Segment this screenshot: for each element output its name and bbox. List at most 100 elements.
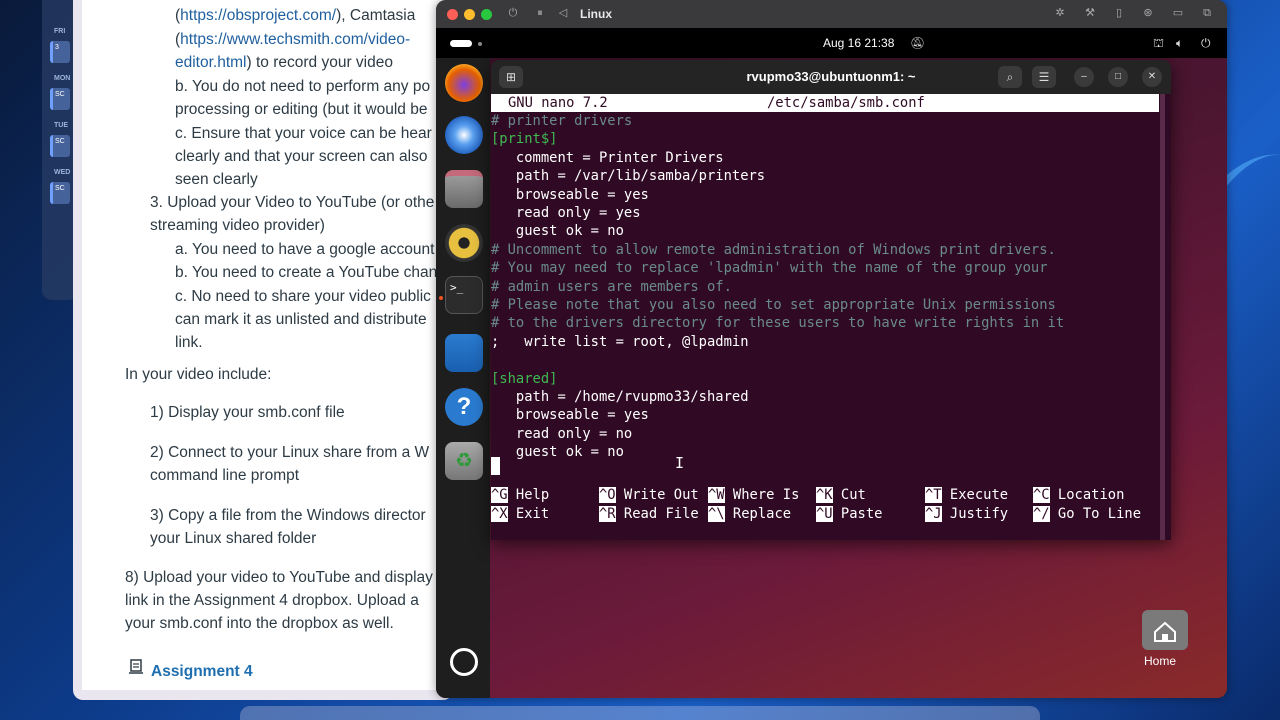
doc-line: c. Ensure that your voice can be hear — [175, 125, 432, 142]
doc-line: processing or editing (but it would be — [175, 101, 428, 118]
zoom-window-button[interactable] — [481, 9, 492, 20]
doc-line: 1) Display your smb.conf file — [150, 404, 345, 421]
doc-line: your smb.conf into the dropbox as well. — [125, 615, 394, 632]
firefox-icon[interactable] — [445, 64, 483, 102]
shortcut-key: ^G — [491, 487, 508, 503]
show-apps-icon[interactable] — [450, 648, 478, 676]
vm-titlebar[interactable]: ⏻ ⏸ ◁ Linux ✲ ⚒ ▯ ⊛ ▭ ⧉ — [436, 0, 1227, 28]
home-folder-icon[interactable] — [1142, 610, 1188, 650]
scrollbar[interactable] — [1160, 94, 1165, 540]
maximize-icon[interactable]: □ — [1108, 67, 1128, 87]
doc-line: 3) Copy a file from the Windows director — [150, 507, 426, 524]
nano-shortcut[interactable]: ^T Execute — [925, 487, 1008, 503]
terminal-title: rvupmo33@ubuntuonm1: ~ — [746, 69, 916, 84]
techsmith-link[interactable]: https://www.techsmith.com/video- — [180, 31, 410, 48]
nano-shortcut[interactable]: ^J Justify — [925, 505, 1009, 522]
calendar-event[interactable]: SC — [50, 182, 70, 204]
rhythmbox-icon[interactable] — [445, 224, 483, 262]
shortcut-key: ^\ — [708, 505, 725, 522]
doc-line: editor.html) to record your video — [175, 54, 393, 71]
config-line: read only = no — [491, 425, 633, 442]
pause-icon[interactable]: ⏸ — [533, 6, 547, 20]
folder-icon[interactable]: ▭ — [1171, 6, 1185, 20]
obs-link[interactable]: https://obsproject.com/ — [180, 7, 336, 24]
gnome-top-bar: Aug 16 21:38 🔕︎ ⛫ 🔈︎ ⏻ — [436, 28, 1227, 58]
document-page: (https://obsproject.com/), Camtasia (htt… — [82, 0, 453, 690]
running-indicator — [439, 296, 443, 300]
shortcut-key: ^W — [708, 487, 725, 503]
calendar-event[interactable]: SC — [50, 135, 70, 157]
close-icon[interactable]: ✕ — [1142, 67, 1162, 87]
doc-line: 2) Connect to your Linux share from a W — [150, 444, 430, 461]
power-menu-icon[interactable]: ⏻ — [1201, 36, 1211, 51]
house-icon — [1154, 621, 1176, 642]
shortcut-label: Location — [1049, 487, 1125, 503]
shortcut-key: ^/ — [1033, 505, 1050, 522]
search-icon[interactable]: ⌕ — [998, 66, 1022, 88]
shortcut-label: Exit — [507, 505, 550, 522]
files-icon[interactable] — [445, 170, 483, 208]
display-icon[interactable]: ⧉ — [1200, 6, 1214, 20]
wrench-icon[interactable]: ⚒ — [1083, 6, 1097, 20]
settings-icon[interactable]: ⊛ — [1141, 6, 1155, 20]
clock[interactable]: Aug 16 21:38 — [823, 36, 894, 50]
menu-icon[interactable]: ☰ — [1032, 66, 1056, 88]
nano-shortcut[interactable]: ^K Cut — [816, 487, 866, 503]
doc-line: 3. Upload your Video to YouTube (or othe — [150, 194, 435, 211]
shortcut-key: ^U — [816, 505, 833, 522]
doc-line: (https://obsproject.com/), Camtasia — [175, 7, 416, 24]
macos-dock[interactable] — [240, 706, 1040, 720]
config-line: path = /var/lib/samba/printers — [491, 168, 766, 185]
nano-shortcut[interactable]: ^X Exit — [491, 505, 550, 522]
config-line: guest ok = no — [491, 223, 624, 240]
trash-icon[interactable]: ♻ — [445, 442, 483, 480]
workspace-dot[interactable] — [478, 42, 482, 46]
config-line: comment = Printer Drivers — [491, 149, 724, 166]
nano-shortcut[interactable]: ^C Location — [1033, 487, 1124, 503]
doc-line: command line prompt — [150, 467, 300, 484]
network-icon[interactable]: ⛫ — [1153, 36, 1164, 52]
assignment-icon — [129, 659, 143, 674]
nano-editor[interactable]: GNU nano 7.2 /etc/samba/smb.conf # print… — [491, 94, 1171, 540]
techsmith-link-cont[interactable]: editor.html — [175, 54, 247, 71]
ubuntu-desktop: Aug 16 21:38 🔕︎ ⛫ 🔈︎ ⏻ >_ ? ♻ ⊞ rvupmo33… — [436, 28, 1227, 698]
calendar-event[interactable]: 3 — [50, 41, 70, 63]
writer-icon[interactable] — [445, 334, 483, 372]
usb-icon[interactable]: ▯ — [1112, 6, 1126, 20]
ubuntu-dock: >_ ? ♻ — [436, 58, 490, 698]
activities-indicator[interactable] — [450, 40, 472, 47]
config-line: path = /home/rvupmo33/shared — [491, 389, 749, 405]
shortcut-label: Justify — [941, 505, 1009, 522]
nano-shortcut[interactable]: ^\ Replace — [708, 505, 791, 522]
config-comment-line: # admin users are members of. — [491, 278, 732, 295]
terminal-icon[interactable]: >_ — [445, 276, 483, 314]
nano-shortcut[interactable]: ^W Where Is — [708, 487, 799, 503]
nano-shortcut[interactable]: ^O Write Out — [599, 487, 699, 503]
calendar-event[interactable]: SC — [50, 88, 70, 110]
terminal-header[interactable]: ⊞ rvupmo33@ubuntuonm1: ~ ⌕ ☰ – □ ✕ — [491, 60, 1171, 94]
brightness-icon[interactable]: ✲ — [1053, 6, 1067, 20]
thunderbird-icon[interactable] — [445, 116, 483, 154]
nano-shortcut[interactable]: ^G Help — [491, 487, 549, 503]
back-icon[interactable]: ◁ — [556, 6, 570, 20]
config-line: browseable = yes — [491, 407, 649, 424]
assignment-document-window: (https://obsproject.com/), Camtasia (htt… — [73, 0, 453, 700]
doc-line: seen clearly — [175, 171, 258, 188]
close-window-button[interactable] — [447, 9, 458, 20]
volume-icon[interactable]: 🔈︎ — [1176, 36, 1183, 51]
nano-shortcut[interactable]: ^R Read File — [599, 505, 699, 522]
config-section-header: [shared] — [491, 370, 558, 387]
vm-title: Linux — [580, 7, 612, 21]
minimize-window-button[interactable] — [464, 9, 475, 20]
assignment-4-link[interactable]: Assignment 4 — [151, 662, 253, 682]
minimize-icon[interactable]: – — [1074, 67, 1094, 87]
shortcut-key: ^T — [925, 487, 942, 503]
nano-shortcut[interactable]: ^/ Go To Line — [1033, 505, 1141, 522]
doc-line: 8) Upload your video to YouTube and disp… — [125, 569, 433, 586]
power-icon[interactable]: ⏻ — [506, 6, 520, 20]
help-icon[interactable]: ? — [445, 388, 483, 426]
nano-header: GNU nano 7.2 /etc/samba/smb.conf — [491, 94, 1159, 112]
config-section-header: [print$] — [491, 131, 558, 148]
terminal-window: ⊞ rvupmo33@ubuntuonm1: ~ ⌕ ☰ – □ ✕ GNU n… — [491, 60, 1171, 540]
nano-shortcut[interactable]: ^U Paste — [816, 505, 882, 522]
